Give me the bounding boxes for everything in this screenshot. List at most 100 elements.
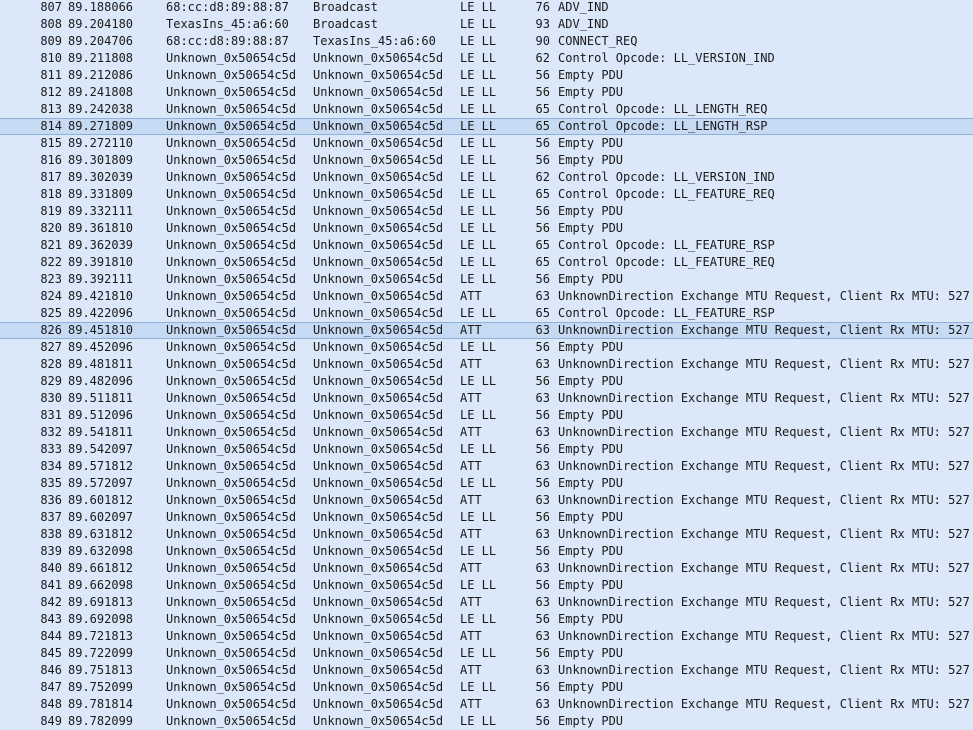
packet-number: 830 xyxy=(40,391,62,405)
packet-row[interactable]: 808 89.204180 TexasIns_45:a6:60 Broadcast LE… xyxy=(0,16,973,33)
packet-info: Empty PDU xyxy=(558,340,624,354)
packet-row[interactable]: 817 89.302039 Unknown_0x50654c5d Unknown_0x… xyxy=(0,169,973,186)
packet-row[interactable]: 810 89.211808 Unknown_0x50654c5d Unknown_0x… xyxy=(0,50,973,67)
packet-row[interactable]: 816 89.301809 Unknown_0x50654c5d Unknown_0x… xyxy=(0,152,973,169)
packet-time: 89.331809 xyxy=(68,187,134,201)
packet-protocol: ATT xyxy=(460,357,482,371)
packet-row[interactable]: 837 89.602097 Unknown_0x50654c5d Unknown_0x… xyxy=(0,509,973,526)
packet-source: Unknown_0x50654c5d xyxy=(166,646,297,660)
packet-row[interactable]: 828 89.481811 Unknown_0x50654c5d Unknown_0x… xyxy=(0,356,973,373)
packet-row[interactable]: 825 89.422096 Unknown_0x50654c5d Unknown_0x… xyxy=(0,305,973,322)
packet-info: Empty PDU xyxy=(558,85,624,99)
packet-destination: Unknown_0x50654c5d xyxy=(313,544,444,558)
packet-row[interactable]: 839 89.632098 Unknown_0x50654c5d Unknown_0x… xyxy=(0,543,973,560)
packet-protocol: LE LL xyxy=(460,68,497,82)
packet-info: Control Opcode: LL_FEATURE_REQ xyxy=(558,187,775,201)
packet-number: 832 xyxy=(40,425,62,439)
packet-length: 56 xyxy=(535,646,550,660)
packet-source: Unknown_0x50654c5d xyxy=(166,680,297,694)
packet-row[interactable]: 836 89.601812 Unknown_0x50654c5d Unknown_0x… xyxy=(0,492,973,509)
packet-destination: Unknown_0x50654c5d xyxy=(313,442,444,456)
packet-time: 89.572097 xyxy=(68,476,134,490)
packet-row[interactable]: 841 89.662098 Unknown_0x50654c5d Unknown_0x… xyxy=(0,577,973,594)
packet-row[interactable]: 830 89.511811 Unknown_0x50654c5d Unknown_0x… xyxy=(0,390,973,407)
packet-protocol: LE LL xyxy=(460,374,497,388)
packet-destination: Unknown_0x50654c5d xyxy=(313,374,444,388)
packet-info: UnknownDirection Exchange MTU Request, C… xyxy=(558,663,970,677)
packet-destination: Unknown_0x50654c5d xyxy=(313,646,444,660)
packet-source: Unknown_0x50654c5d xyxy=(166,578,297,592)
packet-row[interactable]: 835 89.572097 Unknown_0x50654c5d Unknown_0x… xyxy=(0,475,973,492)
packet-time: 89.301809 xyxy=(68,153,134,167)
packet-length: 63 xyxy=(535,289,550,303)
packet-row[interactable]: 813 89.242038 Unknown_0x50654c5d Unknown_0x… xyxy=(0,101,973,118)
packet-destination: Unknown_0x50654c5d xyxy=(313,204,444,218)
packet-length: 65 xyxy=(535,255,550,269)
packet-protocol: ATT xyxy=(460,663,482,677)
packet-row[interactable]: 833 89.542097 Unknown_0x50654c5d Unknown_0x… xyxy=(0,441,973,458)
packet-row[interactable]: 812 89.241808 Unknown_0x50654c5d Unknown_0x… xyxy=(0,84,973,101)
packet-destination: Unknown_0x50654c5d xyxy=(313,221,444,235)
packet-row[interactable]: 834 89.571812 Unknown_0x50654c5d Unknown_0x… xyxy=(0,458,973,475)
packet-protocol: ATT xyxy=(460,425,482,439)
packet-number: 840 xyxy=(40,561,62,575)
packet-protocol: ATT xyxy=(460,697,482,711)
packet-source: Unknown_0x50654c5d xyxy=(166,374,297,388)
packet-number: 849 xyxy=(40,714,62,728)
packet-row[interactable]: 823 89.392111 Unknown_0x50654c5d Unknown_0x… xyxy=(0,271,973,288)
packet-row[interactable]: 831 89.512096 Unknown_0x50654c5d Unknown_0x… xyxy=(0,407,973,424)
packet-row[interactable]: 826 89.451810 Unknown_0x50654c5d Unknown_0x… xyxy=(0,322,973,339)
packet-destination: Unknown_0x50654c5d xyxy=(313,306,444,320)
packet-number: 812 xyxy=(40,85,62,99)
packet-row[interactable]: 820 89.361810 Unknown_0x50654c5d Unknown_0x… xyxy=(0,220,973,237)
packet-protocol: LE LL xyxy=(460,136,497,150)
packet-row[interactable]: 827 89.452096 Unknown_0x50654c5d Unknown_0x… xyxy=(0,339,973,356)
packet-length: 65 xyxy=(535,187,550,201)
packet-time: 89.422096 xyxy=(68,306,134,320)
packet-info: UnknownDirection Exchange MTU Request, C… xyxy=(558,697,970,711)
packet-row[interactable]: 849 89.782099 Unknown_0x50654c5d Unknown_0x… xyxy=(0,713,973,730)
packet-row[interactable]: 845 89.722099 Unknown_0x50654c5d Unknown_0x… xyxy=(0,645,973,662)
packet-row[interactable]: 847 89.752099 Unknown_0x50654c5d Unknown_0x… xyxy=(0,679,973,696)
packet-source: Unknown_0x50654c5d xyxy=(166,629,297,643)
packet-destination: Unknown_0x50654c5d xyxy=(313,561,444,575)
packet-length: 56 xyxy=(535,374,550,388)
packet-row[interactable]: 840 89.661812 Unknown_0x50654c5d Unknown_0x… xyxy=(0,560,973,577)
packet-row[interactable]: 842 89.691813 Unknown_0x50654c5d Unknown_0x… xyxy=(0,594,973,611)
packet-time: 89.661812 xyxy=(68,561,134,575)
packet-info: ADV_IND xyxy=(558,17,609,31)
packet-row[interactable]: 814 89.271809 Unknown_0x50654c5d Unknown_0x… xyxy=(0,118,973,135)
packet-time: 89.212086 xyxy=(68,68,134,82)
packet-source: TexasIns_45:a6:60 xyxy=(166,17,289,31)
packet-row[interactable]: 838 89.631812 Unknown_0x50654c5d Unknown_0x… xyxy=(0,526,973,543)
packet-length: 76 xyxy=(535,0,550,14)
packet-row[interactable]: 821 89.362039 Unknown_0x50654c5d Unknown_0x… xyxy=(0,237,973,254)
packet-row[interactable]: 829 89.482096 Unknown_0x50654c5d Unknown_0x… xyxy=(0,373,973,390)
packet-time: 89.602097 xyxy=(68,510,134,524)
packet-row[interactable]: 807 89.188066 68:cc:d8:89:88:87 Broadcast LE… xyxy=(0,0,973,16)
packet-row[interactable]: 848 89.781814 Unknown_0x50654c5d Unknown_0x… xyxy=(0,696,973,713)
packet-row[interactable]: 811 89.212086 Unknown_0x50654c5d Unknown_0x… xyxy=(0,67,973,84)
packet-source: Unknown_0x50654c5d xyxy=(166,561,297,575)
packet-length: 56 xyxy=(535,578,550,592)
packet-row[interactable]: 819 89.332111 Unknown_0x50654c5d Unknown_0x… xyxy=(0,203,973,220)
packet-row[interactable]: 818 89.331809 Unknown_0x50654c5d Unknown_0x… xyxy=(0,186,973,203)
packet-source: Unknown_0x50654c5d xyxy=(166,595,297,609)
packet-time: 89.332111 xyxy=(68,204,134,218)
packet-row[interactable]: 844 89.721813 Unknown_0x50654c5d Unknown_0x… xyxy=(0,628,973,645)
packet-number: 847 xyxy=(40,680,62,694)
packet-length: 56 xyxy=(535,510,550,524)
packet-row[interactable]: 809 89.204706 68:cc:d8:89:88:87 TexasIns_45… xyxy=(0,33,973,50)
packet-destination: Unknown_0x50654c5d xyxy=(313,595,444,609)
packet-time: 89.692098 xyxy=(68,612,134,626)
packet-row[interactable]: 843 89.692098 Unknown_0x50654c5d Unknown_0x… xyxy=(0,611,973,628)
packet-source: Unknown_0x50654c5d xyxy=(166,527,297,541)
packet-protocol: ATT xyxy=(460,391,482,405)
packet-row[interactable]: 824 89.421810 Unknown_0x50654c5d Unknown_0x… xyxy=(0,288,973,305)
packet-row[interactable]: 832 89.541811 Unknown_0x50654c5d Unknown_0x… xyxy=(0,424,973,441)
packet-source: Unknown_0x50654c5d xyxy=(166,85,297,99)
packet-row[interactable]: 846 89.751813 Unknown_0x50654c5d Unknown_0x… xyxy=(0,662,973,679)
packet-protocol: LE LL xyxy=(460,646,497,660)
packet-row[interactable]: 822 89.391810 Unknown_0x50654c5d Unknown_0x… xyxy=(0,254,973,271)
packet-row[interactable]: 815 89.272110 Unknown_0x50654c5d Unknown_0x… xyxy=(0,135,973,152)
